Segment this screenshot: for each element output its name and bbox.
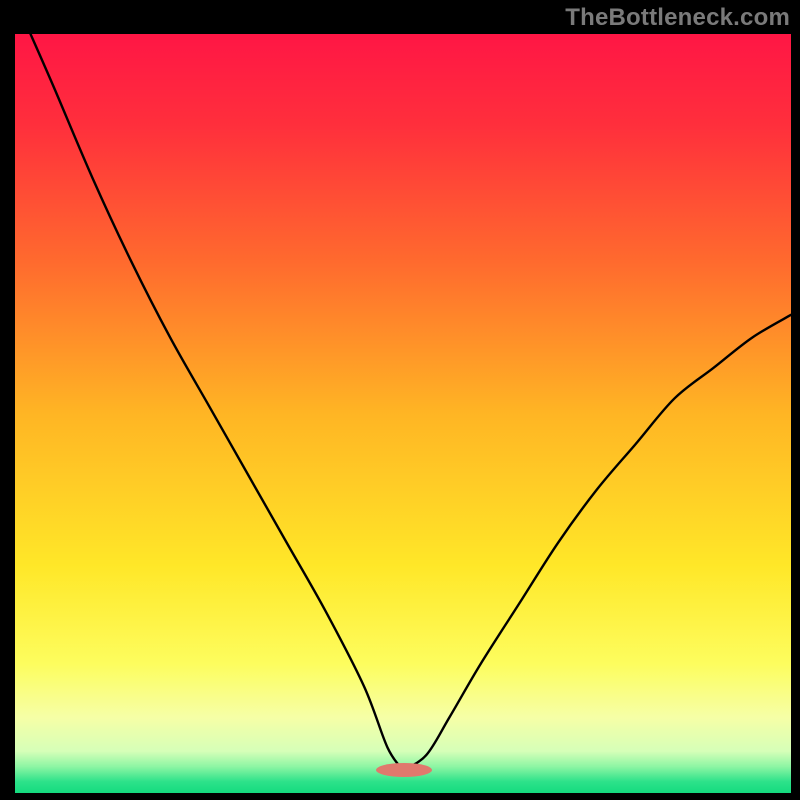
watermark-text: TheBottleneck.com — [565, 4, 790, 32]
optimal-point-marker — [376, 763, 432, 777]
bottleneck-chart — [0, 0, 800, 800]
plot-background — [15, 34, 791, 793]
